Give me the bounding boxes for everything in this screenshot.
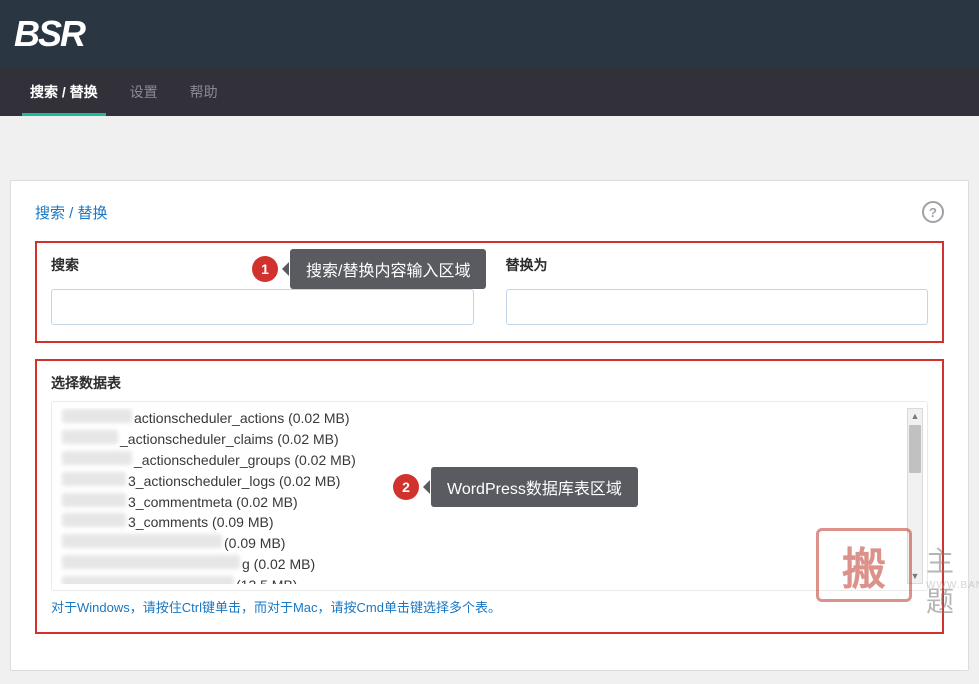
- scroll-thumb[interactable]: [909, 425, 921, 473]
- watermark-text: 主题: [926, 540, 962, 620]
- blurred-prefix: [62, 555, 240, 569]
- blurred-prefix: [62, 534, 222, 548]
- nav-tab-settings[interactable]: 设置: [114, 68, 174, 116]
- table-row-label: g (0.02 MB): [242, 555, 315, 574]
- table-row[interactable]: actionscheduler_actions (0.02 MB): [56, 408, 923, 429]
- watermark-url: WWW.BANZHUTI.COM: [926, 580, 979, 591]
- main-panel: 搜索 / 替换 ? 搜索 替换为 1 搜索/替换内容输入区域 选择数据表: [10, 180, 969, 671]
- replace-label: 替换为: [506, 255, 929, 275]
- table-row-label: _actionscheduler_groups (0.02 MB): [134, 451, 356, 470]
- help-icon[interactable]: ?: [922, 201, 944, 223]
- scroll-up-icon[interactable]: ▲: [908, 409, 922, 423]
- page-body: 搜索 / 替换 ? 搜索 替换为 1 搜索/替换内容输入区域 选择数据表: [0, 116, 979, 681]
- replace-input[interactable]: [506, 289, 929, 325]
- scroll-down-icon[interactable]: ▼: [908, 569, 922, 583]
- panel-heading: 搜索 / 替换 ?: [35, 201, 944, 223]
- blurred-prefix: [62, 451, 132, 465]
- blurred-prefix: [62, 409, 132, 423]
- blurred-prefix: [62, 472, 126, 486]
- blurred-prefix: [62, 513, 126, 527]
- table-row[interactable]: 3_comments (0.09 MB): [56, 512, 923, 533]
- replace-field-col: 替换为: [506, 255, 929, 325]
- blurred-prefix: [62, 576, 234, 584]
- tables-section: 选择数据表 actionscheduler_actions (0.02 MB) _…: [35, 359, 944, 634]
- app-header: BSR: [0, 0, 979, 68]
- table-row-label: (0.09 MB): [224, 534, 285, 553]
- tables-label: 选择数据表: [51, 373, 928, 393]
- table-row-label: 3_comments (0.09 MB): [128, 513, 274, 532]
- callout-1-label: 搜索/替换内容输入区域: [290, 249, 486, 289]
- callout-2-label: WordPress数据库表区域: [431, 467, 638, 507]
- tables-hint: 对于Windows，请按住Ctrl键单击，而对于Mac，请按Cmd单击键选择多个…: [51, 597, 928, 616]
- table-row[interactable]: (13.5 MB): [56, 575, 923, 584]
- callout-1-badge: 1: [252, 256, 278, 282]
- table-row[interactable]: g (0.02 MB): [56, 554, 923, 575]
- nav-bar: 搜索 / 替换 设置 帮助: [0, 68, 979, 116]
- scrollbar[interactable]: ▲ ▼: [907, 408, 923, 584]
- table-row-label: 3_actionscheduler_logs (0.02 MB): [128, 472, 340, 491]
- blurred-prefix: [62, 493, 126, 507]
- callout-2-badge: 2: [393, 474, 419, 500]
- app-logo: BSR: [14, 13, 84, 55]
- table-row-label: (13.5 MB): [236, 576, 297, 584]
- panel-title: 搜索 / 替换: [35, 202, 108, 223]
- blurred-prefix: [62, 430, 118, 444]
- table-row[interactable]: (0.09 MB): [56, 533, 923, 554]
- table-row-label: actionscheduler_actions (0.02 MB): [134, 409, 350, 428]
- table-row[interactable]: _actionscheduler_claims (0.02 MB): [56, 429, 923, 450]
- search-input[interactable]: [51, 289, 474, 325]
- nav-tab-help[interactable]: 帮助: [174, 68, 234, 116]
- callout-1: 1 搜索/替换内容输入区域: [252, 249, 486, 289]
- table-row-label: 3_commentmeta (0.02 MB): [128, 493, 298, 512]
- table-row-label: _actionscheduler_claims (0.02 MB): [120, 430, 339, 449]
- nav-tab-search-replace[interactable]: 搜索 / 替换: [14, 68, 114, 116]
- search-replace-section: 搜索 替换为 1 搜索/替换内容输入区域: [35, 241, 944, 343]
- callout-2: 2 WordPress数据库表区域: [393, 467, 638, 507]
